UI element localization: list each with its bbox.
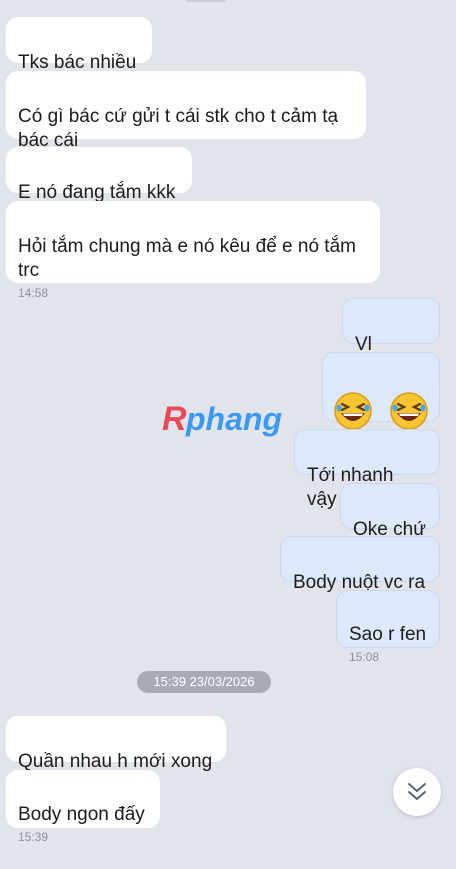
message-text: E nó đang tắm kkk [18, 182, 176, 203]
message-text: Tks bác nhiều [18, 52, 137, 73]
message-text: Sao r fen [349, 624, 427, 645]
outgoing-message[interactable]: Tới nhanh vậy [294, 429, 440, 510]
message-time: 14:58 [18, 286, 49, 300]
date-separator: 15:39 23/03/2026 [137, 671, 271, 693]
outgoing-emoji-message[interactable] [322, 352, 440, 430]
incoming-message[interactable]: Quần nhau h mới xong [6, 716, 226, 772]
message-time: 15:39 [18, 830, 49, 844]
svg-text:R: R [162, 400, 187, 438]
svg-text:phang: phang [185, 401, 282, 437]
outgoing-message[interactable]: Oke chứ [340, 483, 440, 540]
outgoing-message[interactable]: Vl [342, 298, 440, 355]
top-indicator [185, 0, 227, 2]
scroll-to-bottom-button[interactable] [393, 768, 441, 816]
outgoing-message[interactable]: Sao r fen 15:08 [336, 590, 440, 664]
watermark-logo: R phang [162, 400, 282, 438]
message-time: 15:08 [349, 650, 380, 664]
outgoing-message[interactable]: Body nuột vc ra [280, 536, 440, 593]
incoming-message[interactable]: E nó đang tắm kkk [6, 147, 192, 203]
incoming-message[interactable]: Body ngon đấy 15:39 [6, 770, 160, 844]
double-chevron-down-icon [408, 783, 426, 800]
grinning-squinting-face-icon [390, 392, 428, 430]
incoming-message[interactable]: Hỏi tắm chung mà e nó kêu để e nó tắm tr… [6, 201, 380, 300]
grinning-squinting-face-icon [334, 392, 372, 430]
incoming-message[interactable]: Tks bác nhiều [6, 17, 152, 73]
message-text: Body ngon đấy [18, 804, 145, 825]
message-text: Hỏi tắm chung mà e nó kêu để e nó tắm tr… [18, 236, 356, 281]
message-text: Quần nhau h mới xong [18, 751, 213, 772]
message-text: Có gì bác cứ gửi t cái stk cho t cảm tạ … [18, 106, 339, 151]
incoming-message[interactable]: Có gì bác cứ gửi t cái stk cho t cảm tạ … [6, 71, 366, 151]
